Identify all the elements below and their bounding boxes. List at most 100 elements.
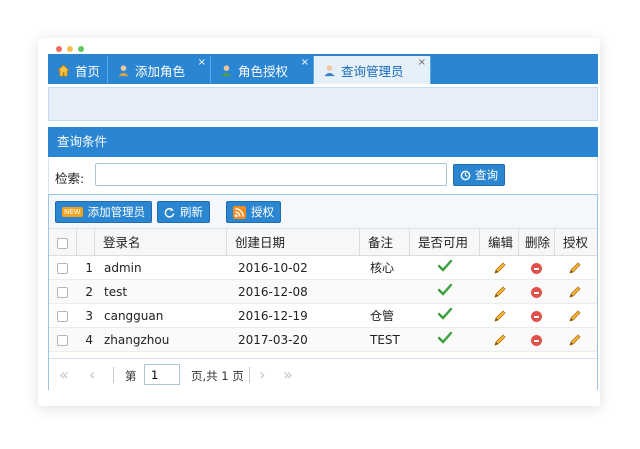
close-dot[interactable] xyxy=(56,46,62,52)
authorize-button[interactable]: 授权 xyxy=(226,201,281,223)
delete-icon[interactable] xyxy=(531,328,542,352)
col-edit[interactable]: 编辑 xyxy=(480,229,519,256)
tab-add-role[interactable]: 添加角色 × xyxy=(108,56,211,84)
search-icon xyxy=(460,170,471,180)
edit-pencil-icon[interactable] xyxy=(493,304,507,328)
table-header: 登录名 创建日期 备注 是否可用 编辑 删除 授权 xyxy=(49,229,597,256)
sub-toolbar xyxy=(48,87,598,121)
search-label: 检索: xyxy=(55,171,85,186)
created-date: 2017-03-20 xyxy=(238,333,308,347)
note: 核心 xyxy=(370,261,395,275)
row-index: 3 xyxy=(85,309,93,323)
last-page-icon[interactable]: » xyxy=(283,365,293,384)
page-input[interactable] xyxy=(144,364,180,385)
row-index: 2 xyxy=(85,285,93,299)
refresh-icon xyxy=(164,207,175,218)
auth-pencil-icon[interactable] xyxy=(568,328,582,352)
first-page-icon[interactable]: « xyxy=(59,365,69,384)
home-icon xyxy=(57,63,70,76)
search-row: 检索: 查询 xyxy=(48,157,598,193)
maximize-dot[interactable] xyxy=(78,46,84,52)
login-name: admin xyxy=(104,261,142,275)
col-enabled[interactable]: 是否可用 xyxy=(410,229,480,256)
user-icon xyxy=(221,64,232,76)
col-delete[interactable]: 删除 xyxy=(519,229,555,256)
select-all-cell xyxy=(49,229,77,256)
page-prefix: 第 xyxy=(125,369,137,383)
grid-toolbar: NEW 添加管理员 刷新 授权 xyxy=(49,195,597,229)
table-row[interactable]: 4 zhangzhou 2017-03-20 TEST xyxy=(49,328,597,352)
tab-label: 添加角色 xyxy=(135,63,186,79)
pagination: « ‹ 第 页,共 1 页 › » xyxy=(49,358,597,390)
auth-pencil-icon[interactable] xyxy=(568,280,582,304)
index-header xyxy=(77,229,95,256)
enabled-check-icon xyxy=(437,256,453,280)
tab-label: 角色授权 xyxy=(238,63,289,79)
refresh-label: 刷新 xyxy=(180,205,203,219)
next-page-icon[interactable]: › xyxy=(259,365,265,384)
edit-pencil-icon[interactable] xyxy=(493,256,507,280)
tab-role-auth[interactable]: 角色授权 × xyxy=(211,56,314,84)
col-note[interactable]: 备注 xyxy=(360,229,410,256)
user-icon xyxy=(324,64,335,76)
panel-title: 查询条件 xyxy=(48,127,598,157)
delete-icon[interactable] xyxy=(531,304,542,328)
auth-pencil-icon[interactable] xyxy=(568,256,582,280)
pager-divider xyxy=(249,367,250,383)
page-total: 页,共 1 页 xyxy=(191,369,244,383)
query-button[interactable]: 查询 xyxy=(453,164,505,186)
search-input[interactable] xyxy=(95,163,447,186)
app-window: 首页 添加角色 × 角色授权 × 查询管理员 × 查询条件 检索: 查询 NEW… xyxy=(38,38,600,406)
tab-label: 查询管理员 xyxy=(341,63,404,79)
prev-page-icon[interactable]: ‹ xyxy=(89,365,95,384)
tab-bar: 首页 添加角色 × 角色授权 × 查询管理员 × xyxy=(48,54,598,84)
login-name: cangguan xyxy=(104,309,164,323)
new-badge-icon: NEW xyxy=(62,207,83,217)
table-row[interactable]: 2 test 2016-12-08 xyxy=(49,280,597,304)
window-controls xyxy=(56,46,84,52)
col-auth[interactable]: 授权 xyxy=(555,229,597,256)
close-icon[interactable]: × xyxy=(301,57,309,68)
row-checkbox[interactable] xyxy=(57,335,68,346)
enabled-check-icon xyxy=(437,304,453,328)
rss-icon xyxy=(233,205,246,219)
row-index: 1 xyxy=(85,261,93,275)
col-date[interactable]: 创建日期 xyxy=(227,229,360,256)
auth-pencil-icon[interactable] xyxy=(568,304,582,328)
tab-home[interactable]: 首页 xyxy=(48,56,108,84)
select-all-checkbox[interactable] xyxy=(57,238,68,249)
enabled-check-icon xyxy=(437,280,453,304)
add-admin-label: 添加管理员 xyxy=(87,205,146,219)
row-checkbox[interactable] xyxy=(57,263,68,274)
close-icon[interactable]: × xyxy=(198,57,206,68)
query-button-label: 查询 xyxy=(475,168,498,182)
row-checkbox[interactable] xyxy=(57,311,68,322)
authorize-label: 授权 xyxy=(251,205,274,219)
minimize-dot[interactable] xyxy=(67,46,73,52)
tab-label: 首页 xyxy=(75,63,101,79)
pager-divider xyxy=(113,367,114,383)
note: TEST xyxy=(370,333,400,347)
table-body: 1 admin 2016-10-02 核心 2 test 2016-12-08 3 canggu… xyxy=(49,256,597,352)
user-icon xyxy=(118,64,129,76)
login-name: zhangzhou xyxy=(104,333,170,347)
refresh-button[interactable]: 刷新 xyxy=(157,201,210,223)
edit-pencil-icon[interactable] xyxy=(493,280,507,304)
created-date: 2016-12-08 xyxy=(238,285,308,299)
delete-icon[interactable] xyxy=(531,256,542,280)
delete-icon[interactable] xyxy=(531,280,542,304)
row-checkbox[interactable] xyxy=(57,287,68,298)
table-row[interactable]: 3 cangguan 2016-12-19 仓管 xyxy=(49,304,597,328)
edit-pencil-icon[interactable] xyxy=(493,328,507,352)
created-date: 2016-10-02 xyxy=(238,261,308,275)
created-date: 2016-12-19 xyxy=(238,309,308,323)
enabled-check-icon xyxy=(437,328,453,352)
note: 仓管 xyxy=(370,309,395,323)
data-grid: NEW 添加管理员 刷新 授权 登录名 创建日期 备注 是否可用 编辑 删除 授… xyxy=(48,194,598,390)
tab-query-admin[interactable]: 查询管理员 × xyxy=(314,56,431,84)
table-row[interactable]: 1 admin 2016-10-02 核心 xyxy=(49,256,597,280)
add-admin-button[interactable]: NEW 添加管理员 xyxy=(55,201,153,223)
col-login[interactable]: 登录名 xyxy=(95,229,227,256)
close-icon[interactable]: × xyxy=(418,57,426,68)
row-index: 4 xyxy=(85,333,93,347)
